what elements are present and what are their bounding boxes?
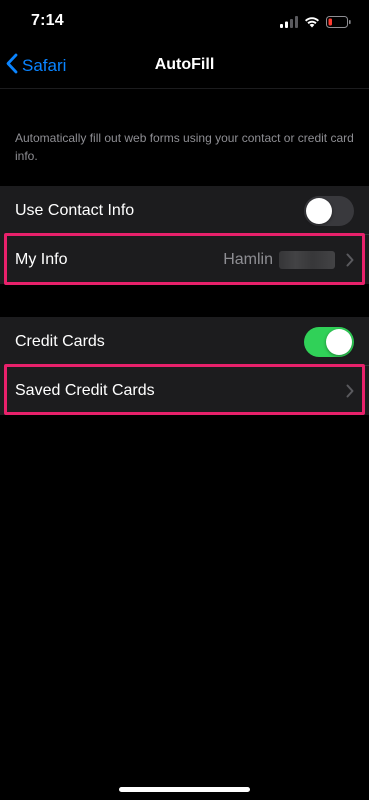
- credit-cards-row: Credit Cards: [0, 317, 369, 366]
- use-contact-info-row: Use Contact Info: [0, 186, 369, 235]
- autofill-description: Automatically fill out web forms using y…: [15, 131, 354, 163]
- battery-low-icon: [326, 15, 351, 33]
- toggle-knob: [326, 328, 352, 355]
- wifi-icon: [304, 15, 320, 33]
- status-bar: 7:14: [0, 0, 369, 44]
- status-time: 7:14: [31, 12, 64, 29]
- use-contact-info-toggle[interactable]: [304, 195, 354, 226]
- status-icons: [280, 15, 351, 33]
- toggle-knob: [306, 197, 332, 224]
- saved-credit-cards-highlight: [4, 364, 365, 415]
- page-title: AutoFill: [154, 56, 215, 73]
- my-info-highlight: [4, 233, 365, 285]
- navigation-bar: Safari AutoFill: [0, 44, 369, 89]
- credit-cards-label: Credit Cards: [15, 332, 105, 350]
- cellular-signal-icon: [280, 15, 298, 33]
- use-contact-info-label: Use Contact Info: [15, 201, 135, 219]
- credit-cards-toggle[interactable]: [304, 326, 354, 357]
- home-indicator[interactable]: [119, 787, 250, 792]
